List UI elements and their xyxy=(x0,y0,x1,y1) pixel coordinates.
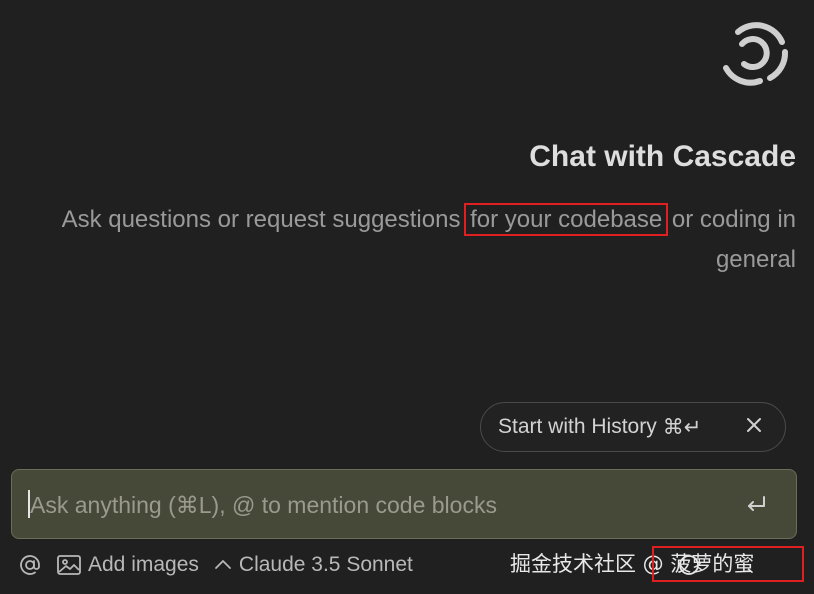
subtitle-text-end: or coding in general xyxy=(665,206,796,273)
add-images-button[interactable]: Add images xyxy=(56,553,199,577)
model-label: Claude 3.5 Sonnet xyxy=(238,553,413,576)
composer-toolbar: Add images Claude 3.5 Sonnet xyxy=(18,548,413,582)
chat-input[interactable] xyxy=(28,470,732,540)
close-icon[interactable] xyxy=(743,414,765,436)
enter-icon[interactable] xyxy=(744,492,768,516)
highlight-box xyxy=(652,546,804,582)
subtitle-text-start: Ask questions or request suggestions xyxy=(61,206,468,233)
page-title: Chat with Cascade xyxy=(529,140,796,173)
start-with-history-label: Start with History xyxy=(498,415,657,438)
subtitle-highlighted-text: for your codebase xyxy=(464,203,669,236)
start-with-history-button[interactable]: Start with History ⌘↵ xyxy=(480,402,786,452)
model-selector[interactable]: Claude 3.5 Sonnet xyxy=(213,553,413,577)
image-icon xyxy=(57,555,81,575)
cascade-logo-icon xyxy=(723,22,789,86)
at-icon xyxy=(20,555,40,575)
start-with-history-shortcut: ⌘↵ xyxy=(662,415,702,439)
chat-input-box[interactable] xyxy=(11,469,797,540)
add-images-label: Add images xyxy=(88,553,199,576)
page-subtitle: Ask questions or request suggestions for… xyxy=(56,200,796,280)
cascade-chat-panel: Chat with Cascade Ask questions or reque… xyxy=(0,0,814,594)
mention-button[interactable] xyxy=(18,553,42,577)
chevron-up-icon xyxy=(215,560,231,569)
